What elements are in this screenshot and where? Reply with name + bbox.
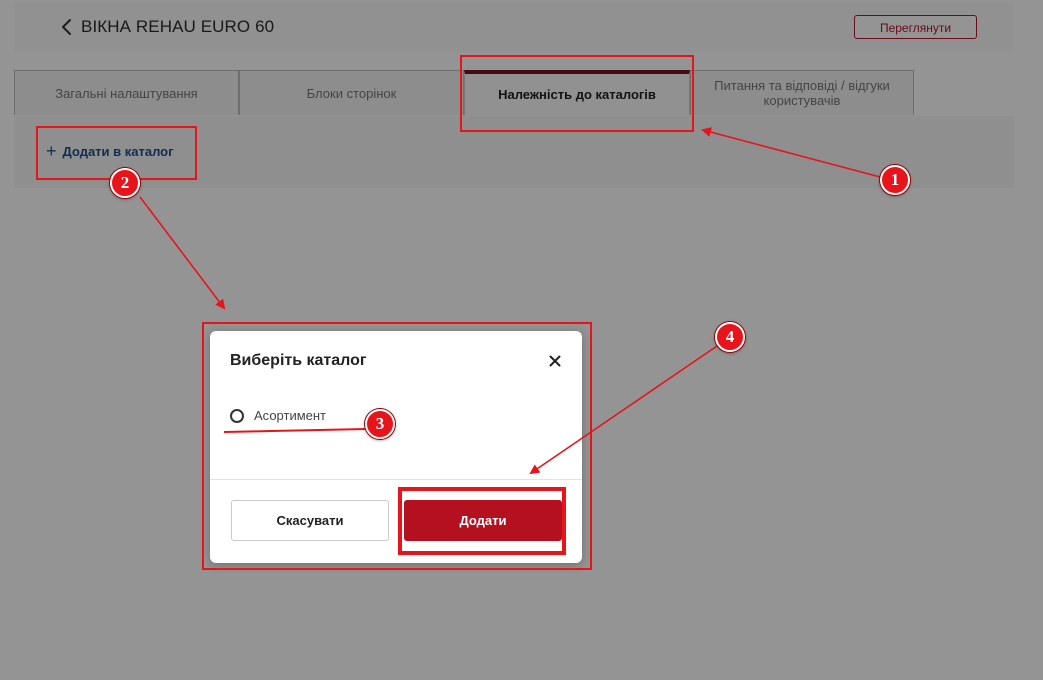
close-icon[interactable] — [547, 353, 563, 369]
step-marker-4: 4 — [715, 322, 745, 352]
page: ВІКНА REHAU EURO 60 Переглянути Загальні… — [0, 0, 1043, 680]
select-catalog-dialog: Виберіть каталог Асортимент Скасувати До… — [210, 331, 582, 563]
dialog-title: Виберіть каталог — [230, 352, 367, 369]
dialog-divider — [210, 479, 582, 480]
catalog-option-assortment[interactable]: Асортимент — [230, 408, 326, 423]
step-marker-3: 3 — [365, 409, 395, 439]
step-marker-1: 1 — [880, 165, 910, 195]
step-marker-2: 2 — [110, 168, 140, 198]
radio-button[interactable] — [230, 408, 244, 423]
add-button[interactable]: Додати — [404, 500, 562, 541]
cancel-button[interactable]: Скасувати — [231, 500, 389, 541]
catalog-option-label: Асортимент — [254, 408, 327, 423]
